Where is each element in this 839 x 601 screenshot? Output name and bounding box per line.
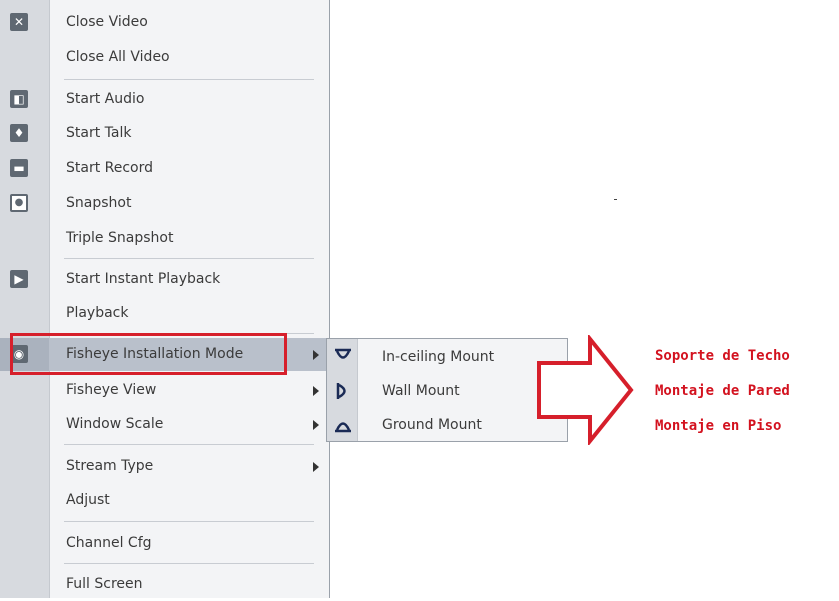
annotation-arrow-icon bbox=[537, 335, 634, 445]
fisheye-installation-submenu: In-ceiling Mount Wall Mount Ground Mount bbox=[326, 338, 568, 442]
playback-icon: ▶ bbox=[10, 270, 28, 288]
menu-separator bbox=[64, 521, 314, 522]
microphone-icon: ♦ bbox=[10, 124, 28, 142]
menu-item-start-talk[interactable]: ♦ Start Talk bbox=[0, 117, 329, 150]
highlight-box bbox=[10, 333, 287, 375]
menu-item-label: Channel Cfg bbox=[66, 535, 152, 551]
menu-item-window-scale[interactable]: Window Scale bbox=[0, 408, 329, 441]
submenu-arrow-icon bbox=[313, 350, 319, 360]
menu-item-playback[interactable]: Playback bbox=[0, 297, 329, 330]
context-menu: ✕ Close Video Close All Video ◧ Start Au… bbox=[0, 0, 330, 598]
menu-item-label: Adjust bbox=[66, 492, 110, 508]
submenu-item-ground-mount[interactable]: Ground Mount bbox=[327, 408, 567, 442]
menu-item-label: Full Screen bbox=[66, 576, 143, 592]
menu-item-adjust[interactable]: Adjust bbox=[0, 484, 329, 517]
menu-item-channel-cfg[interactable]: Channel Cfg bbox=[0, 527, 329, 560]
menu-separator bbox=[64, 258, 314, 259]
wall-mount-icon bbox=[336, 383, 346, 399]
close-icon: ✕ bbox=[10, 13, 28, 31]
menu-item-label: Start Record bbox=[66, 160, 154, 176]
menu-item-label: Fisheye View bbox=[66, 382, 157, 398]
record-icon: ▬ bbox=[10, 159, 28, 177]
submenu-item-in-ceiling-mount[interactable]: In-ceiling Mount bbox=[327, 340, 567, 374]
menu-item-label: Triple Snapshot bbox=[66, 230, 174, 246]
submenu-arrow-icon bbox=[313, 462, 319, 472]
menu-separator bbox=[64, 563, 314, 564]
menu-separator bbox=[64, 444, 314, 445]
menu-item-label: Start Instant Playback bbox=[66, 271, 221, 287]
menu-item-start-instant-playback[interactable]: ▶ Start Instant Playback bbox=[0, 263, 329, 296]
menu-item-triple-snapshot[interactable]: Triple Snapshot bbox=[0, 222, 329, 255]
menu-separator bbox=[64, 79, 314, 80]
submenu-item-wall-mount[interactable]: Wall Mount bbox=[327, 374, 567, 408]
menu-item-full-screen[interactable]: Full Screen bbox=[0, 568, 329, 601]
menu-item-start-audio[interactable]: ◧ Start Audio bbox=[0, 83, 329, 116]
annotation-ceiling-text: Soporte de Techo bbox=[655, 348, 790, 364]
menu-item-label: Start Audio bbox=[66, 91, 145, 107]
menu-item-label: Stream Type bbox=[66, 458, 154, 474]
ceiling-mount-icon bbox=[335, 348, 351, 359]
menu-item-close-video[interactable]: ✕ Close Video bbox=[0, 6, 329, 39]
audio-icon: ◧ bbox=[10, 90, 28, 108]
stray-dot bbox=[614, 199, 617, 200]
menu-item-label: Snapshot bbox=[66, 195, 132, 211]
menu-item-label: Close All Video bbox=[66, 49, 170, 65]
annotation-wall-text: Montaje de Pared bbox=[655, 383, 790, 399]
menu-item-stream-type[interactable]: Stream Type bbox=[0, 450, 329, 483]
camera-icon: ● bbox=[10, 194, 28, 212]
menu-item-label: Window Scale bbox=[66, 416, 164, 432]
submenu-item-label: Ground Mount bbox=[382, 417, 482, 433]
menu-item-start-record[interactable]: ▬ Start Record bbox=[0, 152, 329, 185]
menu-item-label: Close Video bbox=[66, 14, 148, 30]
submenu-item-label: In-ceiling Mount bbox=[382, 349, 495, 365]
menu-item-label: Start Talk bbox=[66, 125, 132, 141]
menu-item-label: Playback bbox=[66, 305, 129, 321]
menu-item-snapshot[interactable]: ● Snapshot bbox=[0, 187, 329, 220]
submenu-arrow-icon bbox=[313, 386, 319, 396]
annotation-floor-text: Montaje en Piso bbox=[655, 418, 782, 434]
submenu-item-label: Wall Mount bbox=[382, 383, 460, 399]
submenu-arrow-icon bbox=[313, 420, 319, 430]
ground-mount-icon bbox=[335, 422, 351, 433]
menu-item-close-all-video[interactable]: Close All Video bbox=[0, 41, 329, 74]
menu-item-fisheye-view[interactable]: Fisheye View bbox=[0, 374, 329, 407]
